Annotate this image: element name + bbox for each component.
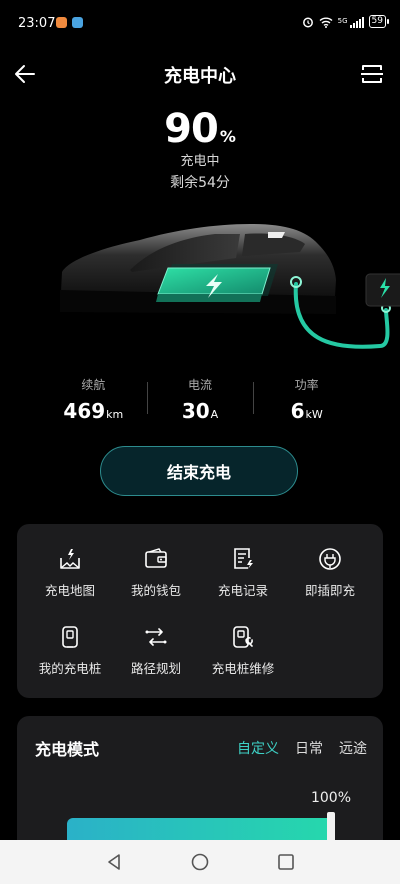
service-records[interactable]: 充电记录 [200, 546, 286, 599]
notification-app-icon-2 [72, 17, 83, 28]
stat-value: 469 [63, 399, 106, 423]
service-my-charger[interactable]: 我的充电桩 [27, 624, 113, 677]
service-label: 即插即充 [304, 583, 355, 598]
scan-button[interactable] [358, 60, 386, 88]
battery-icon: 59 [368, 15, 390, 28]
page-title: 充电中心 [164, 66, 236, 87]
charge-mode-card: 充电模式 自定义 日常 远途 100% [17, 716, 383, 856]
stat-label: 功率 [294, 378, 319, 392]
home-circle-icon[interactable] [190, 852, 210, 872]
remaining-time: 剩余54分 [170, 175, 230, 191]
stat-power: 功率 6kW [253, 372, 360, 424]
record-icon [234, 548, 253, 569]
stat-value: 6 [290, 399, 305, 423]
wallet-icon [145, 548, 167, 568]
map-pin-icon [60, 549, 80, 569]
service-charger-repair[interactable]: 充电桩维修 [200, 624, 286, 677]
repair-icon [233, 626, 253, 648]
service-label: 充电地图 [44, 583, 95, 598]
tab-daily[interactable]: 日常 [295, 738, 323, 758]
signal-icon [349, 16, 364, 28]
stat-current: 电流 30A [146, 372, 254, 424]
stop-charging-button[interactable]: 结束充电 [100, 446, 298, 496]
car-charging-illustration [60, 224, 400, 349]
back-triangle-icon[interactable] [104, 852, 124, 872]
charger-station-icon [365, 273, 400, 307]
status-icons: 5G 59 [302, 15, 390, 28]
service-plug-and-charge[interactable]: 即插即充 [287, 546, 373, 599]
stat-label: 续航 [81, 378, 106, 392]
stat-value: 30 [181, 399, 210, 423]
alarm-icon [302, 17, 313, 27]
charge-mode-tabs: 自定义 日常 远途 [237, 738, 367, 758]
stat-label: 电流 [188, 378, 213, 392]
scan-icon [361, 65, 383, 83]
notification-app-icon [56, 17, 67, 28]
stat-unit: A [210, 408, 219, 421]
stat-range: 续航 469km [40, 372, 147, 424]
service-label: 我的钱包 [130, 583, 181, 598]
charge-percent-unit: % [219, 127, 236, 146]
service-wallet[interactable]: 我的钱包 [113, 546, 199, 599]
wifi-icon [319, 17, 333, 28]
service-label: 路径规划 [130, 661, 181, 676]
recents-square-icon[interactable] [276, 852, 296, 872]
network-label: 5G [337, 17, 348, 25]
service-label: 我的充电桩 [38, 661, 102, 676]
charger-icon [62, 626, 78, 648]
service-label: 充电记录 [217, 583, 268, 598]
battery-icon [156, 264, 278, 302]
stat-unit: km [106, 408, 124, 421]
header: 充电中心 [0, 52, 400, 96]
service-route-planning[interactable]: 路径规划 [113, 624, 199, 677]
charging-status: 充电中 [180, 154, 220, 169]
system-nav-bar [0, 840, 400, 884]
service-label: 充电桩维修 [211, 661, 275, 676]
plug-icon [319, 548, 341, 570]
stat-unit: kW [305, 408, 323, 421]
status-time: 23:07 [18, 16, 56, 31]
charge-mode-title: 充电模式 [35, 740, 100, 759]
charge-percent: 90% [0, 106, 400, 152]
service-charging-map[interactable]: 充电地图 [27, 546, 113, 599]
tab-custom[interactable]: 自定义 [237, 738, 279, 758]
status-bar: 23:07 5G 59 [0, 0, 400, 44]
charge-limit-label: 100% [310, 790, 351, 806]
charging-stats: 续航 469km 电流 30A 功率 6kW [40, 372, 360, 424]
tab-long-trip[interactable]: 远途 [339, 738, 367, 758]
services-card: 充电地图 我的钱包 充电记录 即插即充 我的充电桩 路径规划 充电桩维修 [17, 524, 383, 698]
charge-percent-value: 90 [164, 106, 219, 152]
route-icon [145, 628, 167, 646]
